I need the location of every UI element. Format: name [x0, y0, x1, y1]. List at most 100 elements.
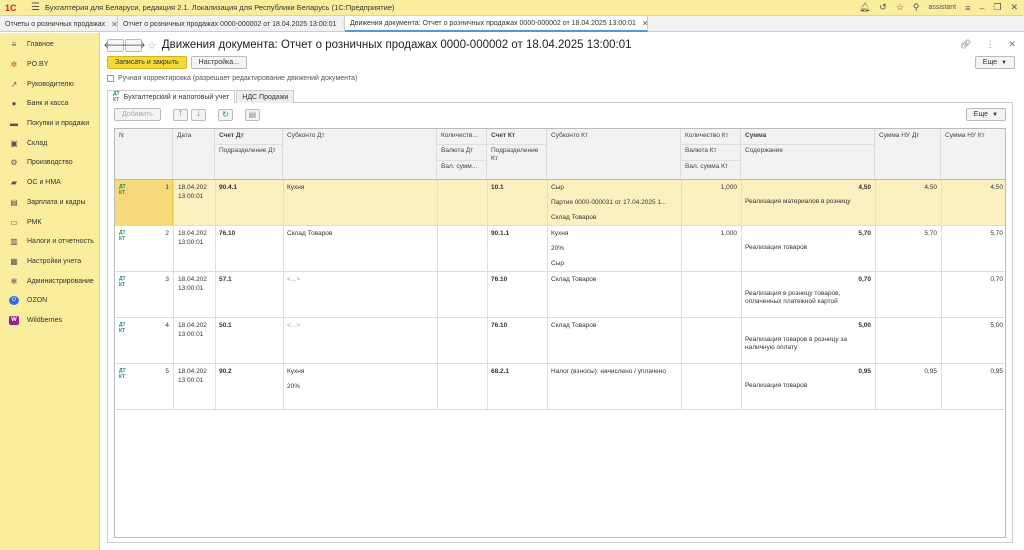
account-kt: 76.10	[491, 276, 508, 283]
sum: 4,50	[858, 184, 871, 191]
header-qty-dt[interactable]: Количеств... Валюта Дт Вал. сумм...	[437, 129, 487, 179]
table-more-button[interactable]: Еще ▼	[965, 108, 1006, 121]
move-down-icon[interactable]: 🡓	[190, 108, 206, 121]
sum-nu-kt: 5,00	[990, 322, 1003, 329]
header-sub-kt[interactable]: Субконто Кт	[547, 129, 681, 179]
account-dt: 50.1	[219, 322, 232, 329]
subconto-kt: Склад Товаров	[551, 322, 597, 329]
window-tab-document-movements[interactable]: Движения документа: Отчет о розничных пр…	[345, 16, 648, 32]
subconto-kt: Склад Товаров	[551, 276, 597, 283]
menu-icon: ≡	[11, 40, 17, 50]
refresh-icon[interactable]: ↻	[217, 108, 233, 121]
sidebar-item-label: Настройки учета	[27, 257, 82, 265]
more-vertical-icon[interactable]: ⋮	[985, 39, 994, 50]
row-date: 18.04.202	[178, 368, 207, 375]
tab-label: Отчеты о розничных продажах	[5, 20, 106, 28]
bank-icon: ●	[11, 99, 17, 109]
header-sum-nu-kt[interactable]: Сумма НУ Кт	[941, 129, 1005, 179]
window-tab-retail-report[interactable]: Отчет о розничных продажах 0000-000002 о…	[118, 16, 345, 32]
assets-icon: ▰	[10, 178, 18, 188]
search-icon[interactable]: ⚲	[913, 2, 920, 13]
window-tab-retail-reports[interactable]: Отчеты о розничных продажах ✕	[0, 16, 118, 32]
subconto-kt: Кухня	[551, 230, 569, 237]
header-acc-dt[interactable]: Счет Дт Подразделение Дт	[215, 129, 283, 179]
close-icon[interactable]: ✕	[111, 20, 117, 29]
close-icon[interactable]: ✕	[1008, 39, 1016, 50]
sidebar-item-ozon[interactable]: O OZON	[0, 291, 99, 311]
row-time: 13:00:01	[178, 239, 204, 246]
row-number: 2	[165, 230, 169, 237]
close-icon[interactable]: ✕	[1010, 2, 1018, 13]
header-sum-nu-dt[interactable]: Сумма НУ Дт	[875, 129, 941, 179]
subconto-dt: <...>	[287, 276, 301, 283]
header-sub-dt[interactable]: Субконто Дт	[283, 129, 437, 179]
header-acc-kt[interactable]: Счет Кт Подразделение Кт	[487, 129, 547, 179]
add-button[interactable]: Добавить	[114, 108, 161, 121]
user-name[interactable]: assistant	[928, 4, 956, 11]
table-row[interactable]: ДТ КТ 3 18.04.202 13:00:01 57.1 <...> 76.…	[115, 272, 1005, 318]
title-bar-actions: 🔔︎ ↺ ☆ ⚲ assistant ≡ – ❐ ✕	[859, 2, 1018, 13]
account-dt: 90.4.1	[219, 184, 238, 191]
settings-icon[interactable]: ≡	[965, 3, 970, 13]
header-qty-kt[interactable]: Количество Кт Валюта Кт Вал. сумма Кт	[681, 129, 741, 179]
account-dt: 90.2	[219, 368, 232, 375]
sidebar-item-bank[interactable]: ● Банк и касса	[0, 94, 99, 114]
settings-icon: ▦	[10, 256, 18, 266]
header-sum[interactable]: Сумма Содержание	[741, 129, 875, 179]
header-label: Вал. сумма Кт	[685, 163, 728, 170]
forward-button[interactable]: 🡒	[121, 38, 146, 52]
sum-nu-dt: 0,95	[924, 368, 937, 375]
header-label: Подразделение Дт	[219, 147, 276, 154]
sidebar-item-production[interactable]: ⚙ Производство	[0, 153, 99, 173]
sidebar-item-assets[interactable]: ▰ ОС и НМА	[0, 173, 99, 193]
move-up-icon[interactable]: 🡑	[172, 108, 188, 121]
row-number: 1	[165, 184, 169, 191]
sidebar-item-manager[interactable]: ↗ Руководителю	[0, 74, 99, 94]
sidebar-item-warehouse[interactable]: ▣ Склад	[0, 133, 99, 153]
tab-vat-sales[interactable]: НДС Продажи	[236, 90, 295, 103]
restore-icon[interactable]: ❐	[993, 2, 1001, 13]
close-icon[interactable]: ✕	[642, 19, 647, 28]
bell-icon[interactable]: 🔔︎	[859, 2, 870, 13]
table-row[interactable]: ДТ КТ 4 18.04.202 13:00:01 50.1 <...> 76.…	[115, 318, 1005, 364]
report-icon[interactable]: ▤	[244, 108, 260, 121]
sidebar-item-poby[interactable]: ✲ PO.BY	[0, 55, 99, 75]
header-n[interactable]: N	[115, 129, 173, 179]
sidebar-item-label: ОС и НМА	[27, 179, 61, 187]
more-button[interactable]: Еще ▼	[974, 56, 1015, 69]
tax-icon: ▥	[10, 237, 18, 247]
header-label: Валюта Кт	[685, 147, 717, 154]
minimize-icon[interactable]: –	[979, 3, 984, 13]
history-icon[interactable]: ↺	[879, 2, 887, 13]
table-row[interactable]: ДТ КТ 2 18.04.202 13:00:01 76.10 Склад То…	[115, 226, 1005, 272]
main-menu-icon[interactable]: ☰	[31, 2, 45, 13]
sidebar-item-rmk[interactable]: ▭ РМК	[0, 212, 99, 232]
app-logo: 1С	[5, 2, 17, 13]
sidebar-item-wildberries[interactable]: W Wildberries	[0, 311, 99, 331]
manual-adjust-row[interactable]: Ручная корректировка (разрешает редактир…	[107, 75, 357, 82]
header-label: Субконто Кт	[551, 132, 588, 139]
sidebar-item-main[interactable]: ≡ Главное	[0, 35, 99, 55]
header-date[interactable]: Дата	[173, 129, 215, 179]
sidebar-item-salary[interactable]: ▤ Зарплата и кадры	[0, 193, 99, 213]
cart-icon: ▬	[10, 119, 18, 129]
account-kt: 90.1.1	[491, 230, 510, 237]
wildberries-icon: W	[9, 315, 19, 325]
dt-kt-icon: ДТ КТ	[119, 276, 126, 288]
sidebar-item-accounting-settings[interactable]: ▦ Настройки учета	[0, 252, 99, 272]
table-row[interactable]: ДТ КТ 1 18.04.202 13:00:01 90.4.1 Кухня 1…	[115, 180, 1005, 226]
header-label: Сумма	[745, 132, 767, 139]
tab-accounting[interactable]: ДТ КТ Бухгалтерский и налоговый учет	[107, 90, 236, 103]
settings-button[interactable]: Настройка...	[190, 56, 247, 69]
table-row[interactable]: ДТ КТ 5 18.04.202 13:00:01 90.2 Кухня 20%…	[115, 364, 1005, 410]
sidebar-item-administration[interactable]: ✻ Администрирование	[0, 271, 99, 291]
tab-label: Движения документа: Отчет о розничных пр…	[350, 19, 636, 27]
sidebar-item-purchases-sales[interactable]: ▬ Покупки и продажи	[0, 114, 99, 134]
sidebar-item-taxes[interactable]: ▥ Налоги и отчетность	[0, 232, 99, 252]
manual-adjust-checkbox[interactable]	[107, 75, 114, 82]
link-icon[interactable]: 🔗︎	[960, 39, 971, 50]
favorite-star-icon[interactable]: ☆	[147, 39, 157, 52]
save-close-button[interactable]: Записать и закрыть	[107, 56, 187, 69]
favorites-icon[interactable]: ☆	[896, 2, 904, 13]
dt-kt-icon: ДТ КТ	[119, 322, 126, 334]
